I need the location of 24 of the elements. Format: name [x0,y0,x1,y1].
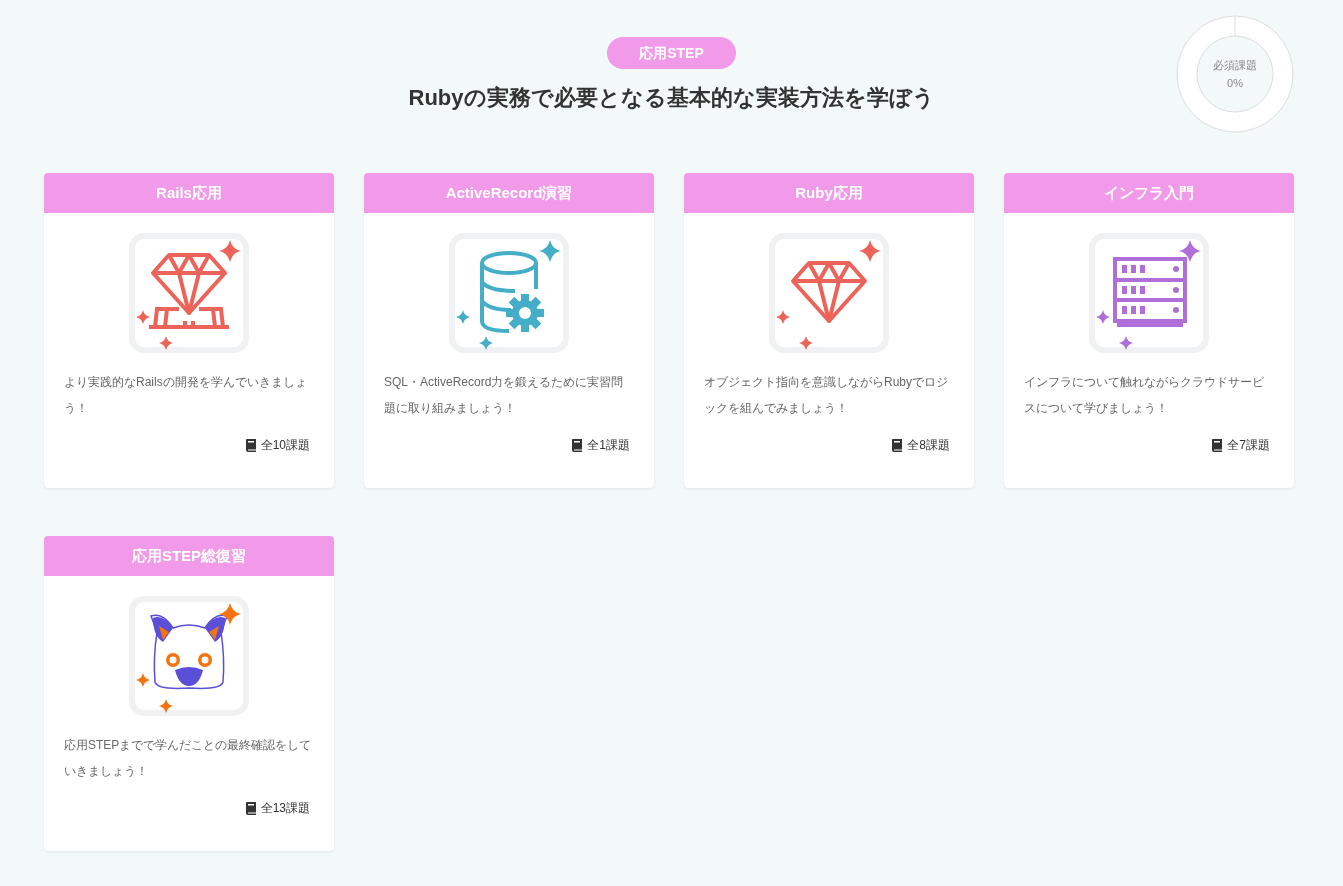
course-description: インフラについて触れながらクラウドサービスについて学びましょう！ [1024,374,1265,417]
course-title: Ruby応用 [684,173,974,213]
course-title: 応用STEP総復習 [44,536,334,576]
progress-percent: 0% [1227,76,1243,91]
lesson-count: 全8課題 [907,437,950,454]
book-icon [245,802,257,815]
lesson-count: 全10課題 [260,437,310,454]
lesson-count: 全13課題 [260,800,310,817]
course-description: 応用STEPまでで学んだことの最終確認をしていきましょう！ [64,737,313,780]
book-icon [572,439,584,452]
course-title: ActiveRecord演習 [364,173,654,213]
lesson-count: 全1課題 [587,437,630,454]
lesson-count: 全7課題 [1227,437,1270,454]
book-icon [245,439,257,452]
course-description: より実践的なRailsの開発を学んでいきましょう！ [64,374,308,417]
course-title: Rails応用 [44,173,334,213]
book-icon [1212,439,1224,452]
step-badge: 応用STEP [607,37,736,69]
progress-label: 必須課題 [1213,58,1257,73]
page-title: Rubyの実務で必要となる基本的な実装方法を学ぼう [408,84,935,112]
book-icon [892,439,904,452]
course-description: オブジェクト指向を意識しながらRubyでロジックを組んでみましょう！ [704,374,949,417]
course-description: SQL・ActiveRecord力を鍛えるために実習問題に取り組みましょう！ [384,374,625,417]
course-title: インフラ入門 [1004,173,1294,213]
